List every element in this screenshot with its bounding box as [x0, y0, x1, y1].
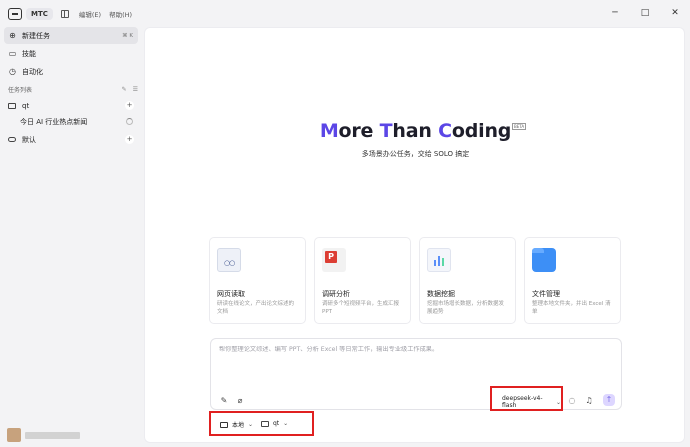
app-tab-mtc[interactable]: MTC: [26, 7, 53, 20]
task-group-default[interactable]: 默认 +: [4, 131, 138, 148]
shortcut-hint: ⌘ K: [122, 32, 133, 39]
chevron-down-icon: ⌄: [283, 420, 289, 427]
sidebar-item-label: 技能: [22, 49, 36, 58]
folder-icon: [8, 102, 16, 109]
sidebar-item-skills[interactable]: ▭ 技能: [4, 45, 138, 62]
card-desc: 整理本地文件夹，并出 Excel 清单: [532, 301, 611, 315]
workspace-select[interactable]: qt ⌄: [261, 420, 288, 427]
sidebar: ⊕ 新建任务 ⌘ K ▭ 技能 ◷ 自动化 任务列表 ✎ ☰ qt + 今日 A…: [0, 27, 142, 447]
sidebar-toggle-icon[interactable]: [60, 9, 69, 18]
edit-icon[interactable]: ✎: [122, 86, 127, 93]
card-title: 文件管理: [532, 290, 560, 298]
chat-bubble-icon[interactable]: ◌: [567, 395, 577, 405]
task-item-ai-news[interactable]: 今日 AI 行业热点新闻: [4, 113, 138, 130]
task-list-header: 任务列表 ✎ ☰: [8, 85, 138, 94]
menu-help[interactable]: 帮助(H): [109, 9, 132, 19]
main-panel: More Than Coding BETA 多场景办公任务，交给 SOLO 搞定…: [144, 27, 685, 443]
env-label: 本地: [232, 422, 245, 429]
close-button[interactable]: ✕: [668, 6, 682, 20]
title-letter-t: T: [379, 120, 393, 142]
task-group-qt[interactable]: qt +: [4, 97, 138, 114]
add-task-button[interactable]: +: [125, 101, 134, 110]
title-word-han: han: [392, 120, 439, 142]
ppt-icon: [322, 248, 346, 272]
card-web-reading[interactable]: 网页读取 研读在线论文，产出论文综述的文档: [209, 237, 306, 324]
sidebar-item-label: 新建任务: [22, 31, 50, 40]
web-reader-icon: [217, 248, 241, 272]
user-name-redacted: [25, 432, 80, 439]
title-letter-m: M: [319, 120, 339, 142]
workspace-label: qt: [273, 420, 280, 427]
model-name: deepseek-v4-flash: [502, 395, 543, 409]
card-research[interactable]: 调研分析 调研多个短视频平台，生成汇报 PPT: [314, 237, 411, 324]
hero: More Than Coding BETA 多场景办公任务，交给 SOLO 搞定: [145, 120, 686, 159]
menu-edit[interactable]: 编辑(E): [79, 9, 101, 19]
chart-icon: [427, 248, 451, 272]
microphone-icon[interactable]: ♫: [584, 395, 594, 405]
title-word-oding: oding: [451, 120, 512, 142]
chevron-down-icon: ⌄: [555, 398, 561, 406]
card-desc: 调研多个短视频平台，生成汇报 PPT: [322, 301, 400, 315]
card-title: 网页读取: [217, 290, 245, 298]
filter-icon[interactable]: ☰: [133, 86, 138, 93]
context-highlight-box: 本地 ⌄ qt ⌄: [209, 411, 314, 436]
task-list-title: 任务列表: [8, 87, 33, 94]
folder-icon: [261, 420, 269, 427]
chevron-down-icon: ⌄: [248, 421, 254, 428]
card-desc: 研读在线论文，产出论文综述的文档: [217, 301, 295, 315]
maximize-button[interactable]: □: [638, 6, 652, 20]
monitor-icon: [220, 421, 228, 428]
hero-subtitle: 多场景办公任务，交给 SOLO 搞定: [361, 150, 470, 158]
hero-title: More Than Coding BETA: [319, 120, 527, 142]
book-icon: ▭: [8, 49, 17, 58]
title-bar: MTC 编辑(E) 帮助(H) ─ □ ✕: [0, 0, 690, 27]
sidebar-item-new-task[interactable]: ⊕ 新建任务 ⌘ K: [4, 27, 138, 44]
avatar[interactable]: [7, 428, 21, 442]
card-title: 数据挖掘: [427, 290, 455, 298]
chat-plus-icon: ⊕: [9, 31, 16, 40]
composer: ✎ ⌀ deepseek-v4-flash ⌄ ◌ ♫ ↑: [210, 338, 622, 411]
task-group-label: qt: [22, 101, 30, 110]
cloud-icon: [8, 137, 16, 142]
card-data-mining[interactable]: 数据挖掘 挖掘市场增长数据，分析数据发展趋势: [419, 237, 516, 324]
minimize-button[interactable]: ─: [608, 6, 622, 20]
folder-blue-icon: [532, 248, 556, 272]
attachment-icon[interactable]: ⌀: [235, 395, 245, 405]
title-word-ore: ore: [338, 120, 380, 142]
send-button[interactable]: ↑: [603, 394, 615, 406]
model-highlight-box: deepseek-v4-flash ⌄: [490, 386, 563, 411]
template-cards: 网页读取 研读在线论文，产出论文综述的文档 调研分析 调研多个短视频平台，生成汇…: [209, 237, 621, 324]
add-task-button[interactable]: +: [125, 135, 134, 144]
title-letter-c: C: [438, 120, 452, 142]
card-title: 调研分析: [322, 290, 350, 298]
loading-spinner-icon: [126, 118, 133, 125]
task-item-label: 今日 AI 行业热点新闻: [20, 117, 88, 126]
card-file-management[interactable]: 文件管理 整理本地文件夹，并出 Excel 清单: [524, 237, 621, 324]
sidebar-item-label: 自动化: [22, 67, 43, 76]
sidebar-item-automation[interactable]: ◷ 自动化: [4, 63, 138, 80]
task-input[interactable]: [219, 346, 609, 353]
clock-icon: ◷: [9, 67, 16, 76]
card-desc: 挖掘市场增长数据，分析数据发展趋势: [427, 301, 505, 315]
app-logo-icon: [8, 7, 22, 20]
edit-note-icon[interactable]: ✎: [219, 395, 229, 405]
window-controls: ─ □ ✕: [608, 6, 682, 20]
env-select[interactable]: 本地 ⌄: [220, 420, 253, 429]
beta-badge: BETA: [512, 123, 527, 130]
task-group-label: 默认: [22, 135, 36, 144]
model-select[interactable]: deepseek-v4-flash ⌄: [502, 395, 561, 409]
menu-bar: 编辑(E) 帮助(H): [79, 9, 132, 19]
